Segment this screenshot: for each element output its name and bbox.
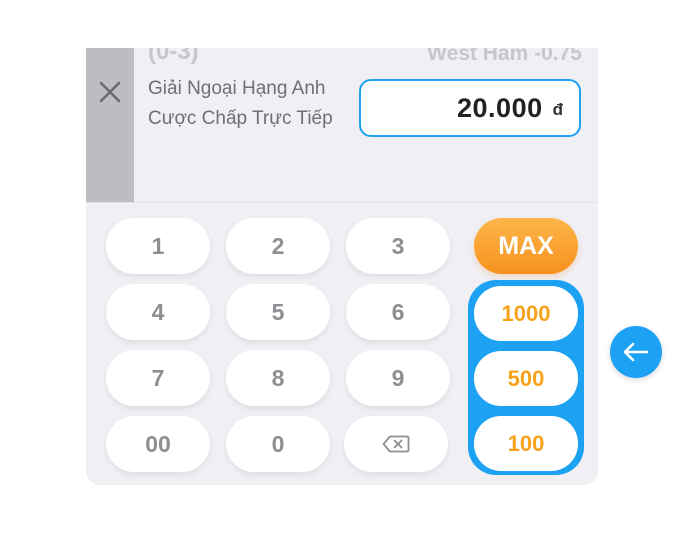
arrow-left-icon (623, 342, 649, 362)
bet-slip-panel: (0-3) West Ham -0.75 Giải Ngoại Hạng Anh… (86, 48, 598, 485)
divider (86, 202, 598, 203)
handicap-label: West Ham -0.75 (427, 48, 582, 65)
key-6[interactable]: 6 (346, 284, 450, 340)
remove-bet-button[interactable] (86, 48, 134, 202)
preset-1000-button[interactable]: 1000 (474, 286, 578, 341)
bet-type: Cược Chấp Trực Tiếp (148, 108, 333, 129)
back-button[interactable] (610, 326, 662, 378)
key-1[interactable]: 1 (106, 218, 210, 274)
key-0[interactable]: 0 (226, 416, 330, 472)
match-score: (0-3) (148, 48, 199, 65)
key-3[interactable]: 3 (346, 218, 450, 274)
currency-symbol: đ (552, 100, 563, 119)
preset-500-button[interactable]: 500 (474, 351, 578, 406)
backspace-icon (382, 435, 410, 453)
key-9[interactable]: 9 (346, 350, 450, 406)
key-4[interactable]: 4 (106, 284, 210, 340)
close-icon (99, 81, 121, 103)
league-name: Giải Ngoại Hạng Anh (148, 78, 326, 99)
preset-amount-group: 1000 500 100 (468, 280, 584, 475)
backspace-button[interactable] (344, 416, 448, 472)
stake-value: 20.000 (457, 92, 543, 123)
key-5[interactable]: 5 (226, 284, 330, 340)
preset-100-button[interactable]: 100 (474, 416, 578, 471)
max-button[interactable]: MAX (474, 218, 578, 274)
previous-row-clipped: (0-3) West Ham -0.75 (86, 48, 598, 70)
key-00[interactable]: 00 (106, 416, 210, 472)
key-8[interactable]: 8 (226, 350, 330, 406)
key-2[interactable]: 2 (226, 218, 330, 274)
stake-input[interactable]: 20.000 đ (359, 79, 581, 137)
key-7[interactable]: 7 (106, 350, 210, 406)
